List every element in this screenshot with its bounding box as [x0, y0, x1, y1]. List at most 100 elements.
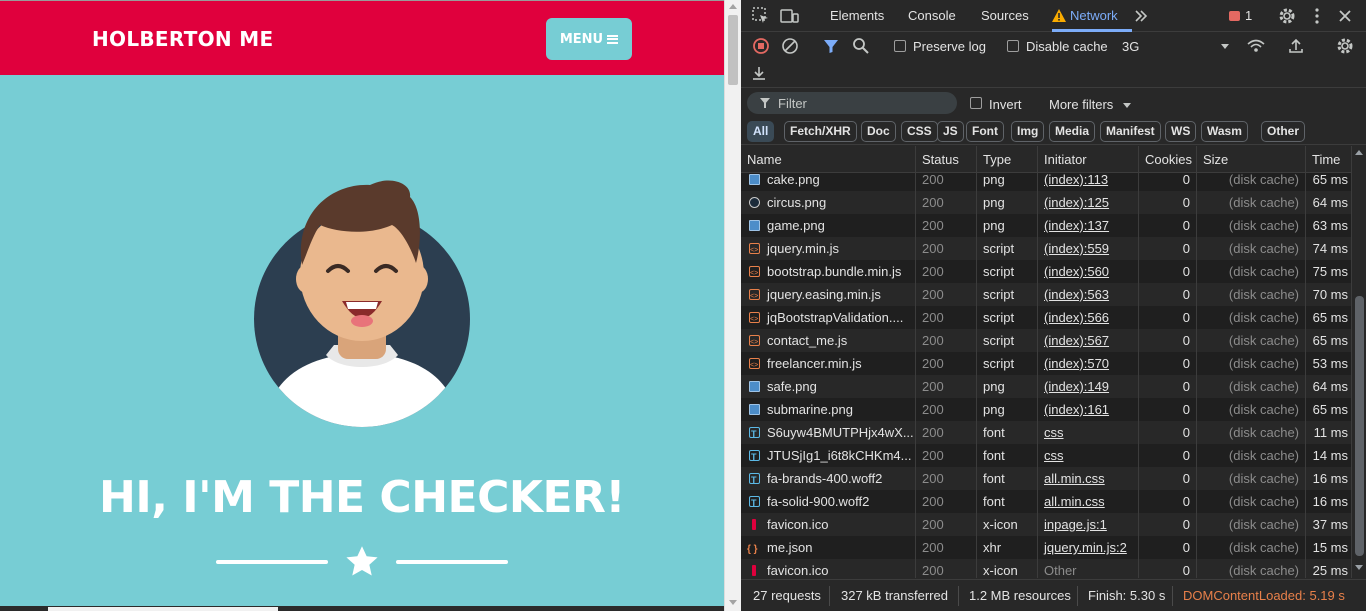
menu-button[interactable]: MENU [546, 18, 632, 60]
request-initiator[interactable]: (index):559 [1038, 237, 1139, 260]
network-settings-gear-icon[interactable] [1335, 36, 1355, 56]
table-scrollbar[interactable] [1351, 146, 1366, 578]
column-name[interactable]: Name [741, 146, 916, 173]
table-row[interactable]: S6uyw4BMUTPHjx4wX...200fontcss0(disk cac… [741, 421, 1351, 444]
type-filter-doc[interactable]: Doc [861, 121, 896, 142]
filter-box[interactable] [747, 92, 957, 114]
device-toolbar-icon[interactable] [779, 6, 799, 26]
script-file-icon [749, 331, 760, 352]
column-status[interactable]: Status [916, 146, 977, 173]
import-har-icon[interactable] [1286, 36, 1306, 56]
table-row[interactable]: circus.png 200 png (index):125 0 (disk cache)… [741, 191, 1351, 214]
request-initiator[interactable]: inpage.js:1 [1038, 513, 1139, 536]
table-row[interactable]: submarine.png 200 png (index):161 0 (disk cac… [741, 398, 1351, 421]
table-row[interactable]: jquery.min.js 200script(index):5590(disk … [741, 237, 1351, 260]
type-filter-other[interactable]: Other [1261, 121, 1306, 142]
request-name-text: JTUSjIg1_i6t8kCHKm4... [767, 448, 912, 463]
type-filter-js[interactable]: JS [937, 121, 964, 142]
type-filter-all[interactable]: All [747, 121, 775, 142]
request-initiator[interactable]: css [1038, 444, 1139, 467]
type-filter-fetch-xhr[interactable]: Fetch/XHR [784, 121, 857, 142]
disable-cache-checkbox[interactable] [1007, 40, 1019, 52]
column-initiator[interactable]: Initiator [1038, 146, 1139, 173]
request-initiator[interactable]: (index):566 [1038, 306, 1139, 329]
column-cookies[interactable]: Cookies [1139, 146, 1197, 173]
table-row[interactable]: freelancer.min.js 200script(index):5700(d… [741, 352, 1351, 375]
table-row[interactable]: favicon.ico 200 x-icon inpage.js:1 0 (disk ca… [741, 513, 1351, 536]
request-time: 11 ms [1313, 425, 1348, 440]
hscroll-thumb[interactable] [48, 607, 278, 611]
request-initiator[interactable]: all.min.css [1038, 467, 1139, 490]
type-filter-wasm[interactable]: Wasm [1201, 121, 1248, 142]
table-row[interactable]: jqBootstrapValidation.... 200script(index… [741, 306, 1351, 329]
type-filter-media[interactable]: Media [1049, 121, 1096, 142]
settings-gear-icon[interactable] [1277, 6, 1297, 26]
request-initiator[interactable]: (index):570 [1038, 352, 1139, 375]
more-filters-button[interactable]: More filters [1049, 97, 1113, 112]
request-name: bootstrap.bundle.min.js [741, 260, 916, 283]
filter-input[interactable] [778, 95, 948, 111]
close-devtools-icon[interactable] [1335, 6, 1355, 26]
table-row[interactable]: jquery.easing.min.js 200script(index):563… [741, 283, 1351, 306]
scroll-up-icon[interactable] [729, 4, 737, 9]
request-initiator[interactable]: (index):125 [1038, 191, 1139, 214]
table-row[interactable]: favicon.ico 200 x-icon Other 0 (disk cache) 25… [741, 559, 1351, 578]
column-type[interactable]: Type [977, 146, 1038, 173]
request-initiator[interactable]: (index):149 [1038, 375, 1139, 398]
request-initiator[interactable]: (index):563 [1038, 283, 1139, 306]
table-scroll-thumb[interactable] [1355, 296, 1364, 556]
type-filter-ws[interactable]: WS [1165, 121, 1197, 142]
more-options-icon[interactable] [1307, 6, 1327, 26]
throttling-select[interactable]: 3G [1122, 39, 1139, 54]
more-filters-chevron-icon[interactable] [1121, 100, 1133, 112]
tab-network[interactable]: Network [1070, 8, 1118, 23]
request-status: 200 [916, 559, 977, 578]
scroll-down-icon[interactable] [729, 600, 737, 605]
request-initiator[interactable]: all.min.css [1038, 490, 1139, 513]
page-vertical-scrollbar[interactable] [724, 0, 741, 611]
column-size[interactable]: Size [1197, 146, 1306, 173]
type-filter-font[interactable]: Font [966, 121, 1004, 142]
request-name: favicon.ico [741, 513, 916, 536]
invert-checkbox[interactable] [970, 97, 982, 109]
vscroll-thumb[interactable] [728, 15, 738, 85]
clear-icon[interactable] [780, 36, 800, 56]
table-row[interactable]: JTUSjIg1_i6t8kCHKm4... 200fontcss0(disk c… [741, 444, 1351, 467]
stop-recording-icon[interactable] [751, 36, 771, 56]
table-row[interactable]: fa-solid-900.woff2 200fontall.min.css0(di… [741, 490, 1351, 513]
request-time: 16 ms [1312, 471, 1348, 486]
request-cookies: 0 [1139, 214, 1197, 237]
tab-elements[interactable]: Elements [830, 8, 884, 23]
tab-console[interactable]: Console [908, 8, 956, 23]
chevron-down-icon[interactable] [1219, 40, 1231, 52]
type-filter-css[interactable]: CSS [901, 121, 938, 142]
request-initiator[interactable]: (index):161 [1038, 398, 1139, 421]
inspect-element-icon[interactable] [751, 6, 771, 26]
table-row[interactable]: me.json 200xhrjquery.min.js:20(disk cache… [741, 536, 1351, 559]
request-initiator[interactable]: jquery.min.js:2 [1038, 536, 1139, 559]
export-har-icon[interactable] [749, 64, 769, 84]
table-scroll-up-icon[interactable] [1355, 150, 1363, 155]
table-scroll-down-icon[interactable] [1355, 565, 1363, 570]
page-horizontal-scrollbar[interactable] [0, 606, 724, 611]
filter-funnel-icon[interactable] [821, 36, 841, 56]
type-filter-img[interactable]: Img [1011, 121, 1045, 142]
column-time[interactable]: Time [1306, 146, 1351, 173]
search-icon[interactable] [851, 36, 871, 56]
request-initiator[interactable]: (index):137 [1038, 214, 1139, 237]
network-conditions-icon[interactable] [1246, 36, 1266, 56]
more-tabs-icon[interactable] [1133, 8, 1149, 24]
site-brand[interactable]: HOLBERTON ME [92, 27, 273, 51]
request-initiator[interactable]: (index):567 [1038, 329, 1139, 352]
table-row[interactable]: game.png 200 png (index):137 0 (disk cache) 63… [741, 214, 1351, 237]
table-row[interactable]: fa-brands-400.woff2 200fontall.min.css0(d… [741, 467, 1351, 490]
tab-sources[interactable]: Sources [981, 8, 1029, 23]
issues-badge[interactable]: 1 [1229, 8, 1252, 23]
request-initiator[interactable]: (index):560 [1038, 260, 1139, 283]
type-filter-manifest[interactable]: Manifest [1100, 121, 1161, 142]
table-row[interactable]: contact_me.js 200script(index):5670(disk … [741, 329, 1351, 352]
table-row[interactable]: safe.png 200 png (index):149 0 (disk cache) 64… [741, 375, 1351, 398]
request-initiator[interactable]: css [1038, 421, 1139, 444]
table-row[interactable]: bootstrap.bundle.min.js 200script(index):… [741, 260, 1351, 283]
preserve-log-checkbox[interactable] [894, 40, 906, 52]
